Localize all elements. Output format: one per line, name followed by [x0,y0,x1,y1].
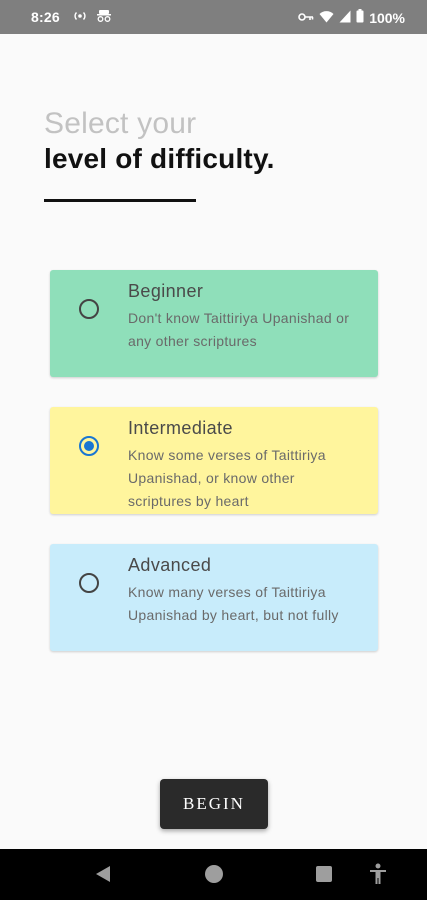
vpn-key-icon [298,10,314,26]
option-intermediate[interactable]: Intermediate Know some verses of Taittir… [50,407,378,514]
status-right-icons: 100% [298,9,405,26]
broadcast-icon [73,9,87,26]
begin-button[interactable]: BEGIN [160,779,268,829]
option-advanced[interactable]: Advanced Know many verses of Taittiriya … [50,544,378,651]
option-title: Advanced [128,555,212,575]
accessibility-icon[interactable] [368,863,388,890]
heading-underline [44,199,196,202]
heading-line-2: level of difficulty. [44,143,275,174]
navigation-bar [0,849,427,900]
back-icon[interactable] [94,864,112,889]
wifi-icon [319,10,334,26]
signal-icon [339,10,351,26]
home-icon[interactable] [204,864,224,889]
radio-beginner[interactable] [79,299,99,319]
status-left-icons [73,9,112,26]
option-beginner[interactable]: Beginner Don't know Taittiriya Upanishad… [50,270,378,377]
option-title: Intermediate [128,418,233,438]
recents-icon[interactable] [315,865,333,888]
heading-line-1: Select your [44,107,197,140]
radio-advanced[interactable] [79,573,99,593]
option-description: Know some verses of Taittiriya Upanishad… [128,447,326,509]
battery-percent: 100% [369,9,405,26]
battery-icon [356,9,364,26]
status-bar: 8:26 100% [0,0,427,34]
status-time: 8:26 [31,9,60,25]
incognito-icon [96,9,112,26]
radio-intermediate[interactable] [79,436,99,456]
option-description: Don't know Taittiriya Upanishad or any o… [128,310,350,349]
option-description: Know many verses of Taittiriya Upanishad… [128,584,339,623]
option-title: Beginner [128,281,204,301]
